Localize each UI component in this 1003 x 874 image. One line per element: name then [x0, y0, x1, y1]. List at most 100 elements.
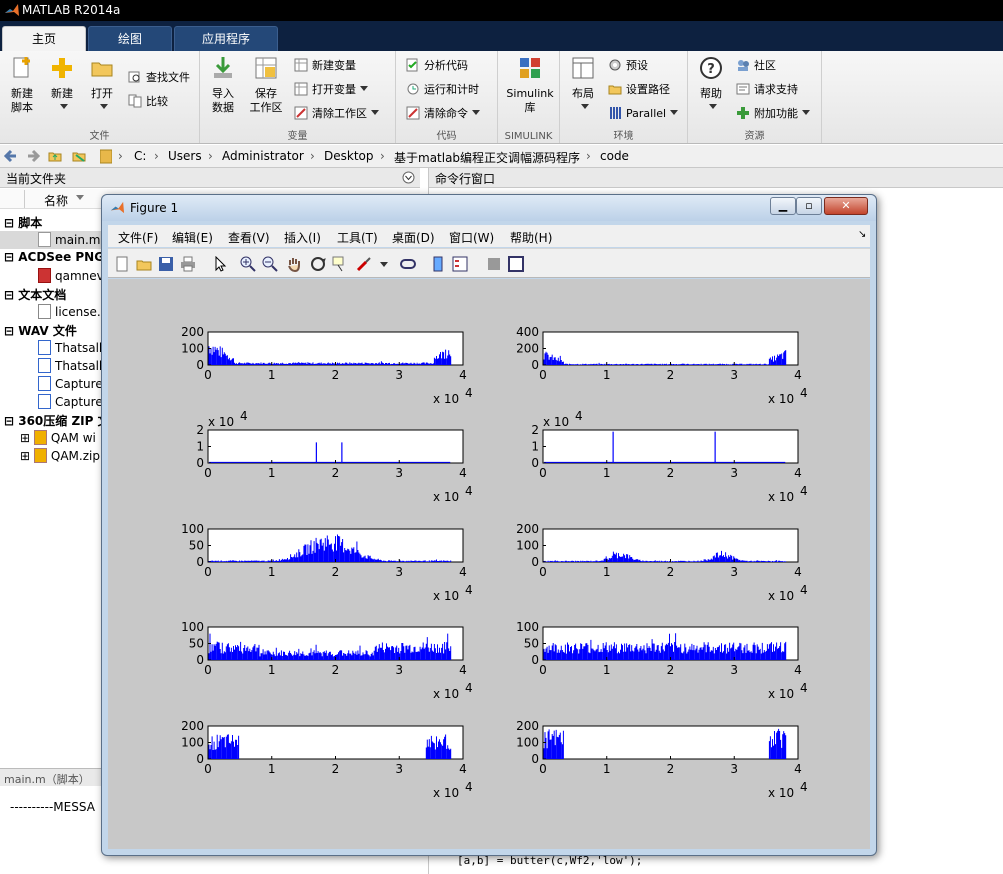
file-wav[interactable]: Thatsall: [38, 339, 102, 357]
close-button[interactable]: ✕: [824, 197, 868, 215]
simulink-library-button[interactable]: Simulink 库: [504, 55, 556, 115]
compare-button[interactable]: 比较: [128, 91, 168, 113]
dock-arrow-icon[interactable]: ↘: [858, 229, 866, 240]
file-name: license.t: [55, 305, 106, 319]
figure-canvas[interactable]: 0 1 2 3 4 0 100 200 x 10 4 0 1 2 3 4 0 200 400 x 10 4 0 1 2 3 4 0…: [108, 279, 870, 849]
file-main-m[interactable]: main.m: [0, 231, 104, 249]
tab-apps[interactable]: 应用程序: [174, 26, 278, 51]
request-support-button[interactable]: 请求支持: [736, 79, 798, 101]
link-plot-icon[interactable]: [400, 256, 416, 272]
colorbar-icon[interactable]: [430, 256, 446, 272]
breadcrumb-desktop[interactable]: Desktop: [324, 149, 374, 163]
new-variable-button[interactable]: 新建变量: [294, 55, 356, 77]
pan-hand-icon[interactable]: [286, 256, 302, 272]
zoom-in-icon[interactable]: [240, 256, 256, 272]
file-qamnew[interactable]: qamnev: [38, 267, 104, 285]
rotate-3d-icon[interactable]: [310, 256, 326, 272]
y-exponent-power: 4: [575, 409, 583, 423]
breadcrumb-code[interactable]: code: [600, 149, 629, 163]
name-column-header[interactable]: 名称: [44, 192, 68, 209]
menu-help[interactable]: 帮助(H): [510, 229, 552, 246]
breadcrumb-c[interactable]: C:: [134, 149, 146, 163]
analyze-code-button[interactable]: 分析代码: [406, 55, 468, 77]
panel-menu-icon[interactable]: [402, 171, 415, 184]
legend-icon[interactable]: [452, 256, 468, 272]
new-script-button[interactable]: 新建 脚本: [4, 55, 40, 115]
open-button[interactable]: 打开: [84, 55, 120, 115]
expand-icon[interactable]: ⊞: [20, 449, 34, 463]
file-license[interactable]: license.t: [38, 303, 105, 321]
y-tick-label: 200: [516, 719, 539, 733]
menu-edit[interactable]: 编辑(E): [172, 229, 213, 246]
brush-icon[interactable]: [356, 256, 372, 272]
print-icon[interactable]: [180, 256, 196, 272]
addons-button[interactable]: 附加功能: [736, 103, 810, 125]
breadcrumb-project[interactable]: 基于matlab编程正交调幅源码程序: [394, 149, 580, 166]
group-text-docs[interactable]: ⊟ 文本文档: [4, 286, 66, 303]
save-workspace-button[interactable]: 保存 工作区: [246, 55, 286, 115]
new-button[interactable]: 新建: [44, 55, 80, 115]
menu-tools[interactable]: 工具(T): [337, 229, 378, 246]
layout-button[interactable]: 布局: [566, 55, 600, 115]
maximize-button[interactable]: ▫: [796, 197, 822, 215]
browse-folder-icon[interactable]: [72, 149, 86, 163]
clear-commands-button[interactable]: 清除命令: [406, 103, 480, 125]
collapse-icon[interactable]: ⊟: [4, 414, 18, 428]
community-button[interactable]: 社区: [736, 55, 776, 77]
new-figure-icon[interactable]: [114, 256, 130, 272]
collapse-icon[interactable]: ⊟: [4, 288, 18, 302]
save-icon[interactable]: [158, 256, 174, 272]
x-tick-label: 3: [395, 466, 403, 480]
menu-desktop[interactable]: 桌面(D): [392, 229, 435, 246]
help-button[interactable]: ? 帮助: [694, 55, 728, 115]
breadcrumb-users[interactable]: Users: [168, 149, 202, 163]
minimize-button[interactable]: ▁: [770, 197, 796, 215]
data-cursor-icon[interactable]: [332, 256, 348, 272]
menu-insert[interactable]: 插入(I): [284, 229, 321, 246]
preferences-label: 预设: [626, 59, 648, 72]
group-zip[interactable]: ⊟ 360压缩 ZIP 文: [4, 412, 110, 429]
expand-icon[interactable]: ⊞: [20, 431, 34, 445]
up-folder-icon[interactable]: [48, 149, 62, 163]
file-wav[interactable]: Capture: [38, 375, 103, 393]
group-acdsee-png[interactable]: ⊟ ACDSee PNG: [4, 250, 104, 264]
x-tick-label: 0: [204, 368, 212, 382]
group-wav[interactable]: ⊟ WAV 文件: [4, 322, 77, 339]
collapse-icon[interactable]: ⊟: [4, 216, 18, 230]
clear-workspace-button[interactable]: 清除工作区: [294, 103, 379, 125]
workspace-save-icon: [255, 57, 277, 79]
tab-home[interactable]: 主页: [2, 26, 86, 51]
menu-file[interactable]: 文件(F): [118, 229, 158, 246]
file-wav[interactable]: Capture: [38, 393, 103, 411]
back-arrow-icon[interactable]: [4, 149, 18, 163]
menu-view[interactable]: 查看(V): [228, 229, 270, 246]
hide-tools-icon[interactable]: [486, 256, 502, 272]
file-zip[interactable]: ⊞ QAM wi: [20, 429, 96, 447]
open-file-icon[interactable]: [136, 256, 152, 272]
find-files-button[interactable]: 查找文件: [128, 67, 190, 89]
file-wav[interactable]: Thatsall: [38, 357, 102, 375]
new-label: 新建: [51, 87, 73, 100]
import-data-button[interactable]: 导入 数据: [206, 55, 240, 115]
zoom-out-icon[interactable]: [262, 256, 278, 272]
parallel-button[interactable]: Parallel: [608, 103, 679, 125]
show-tools-icon[interactable]: [508, 256, 524, 272]
figure-titlebar[interactable]: Figure 1 ▁ ▫ ✕: [102, 195, 876, 221]
breadcrumb-administrator[interactable]: Administrator: [222, 149, 304, 163]
forward-arrow-icon[interactable]: [26, 149, 40, 163]
run-and-time-button[interactable]: 运行和计时: [406, 79, 479, 101]
pointer-icon[interactable]: [212, 256, 228, 272]
set-path-button[interactable]: 设置路径: [608, 79, 670, 101]
collapse-icon[interactable]: ⊟: [4, 324, 18, 338]
file-zip[interactable]: ⊞ QAM.zip: [20, 447, 100, 465]
collapse-icon[interactable]: ⊟: [4, 250, 18, 264]
open-variable-button[interactable]: 打开变量: [294, 79, 368, 101]
tab-plots[interactable]: 绘图: [88, 26, 172, 51]
preferences-button[interactable]: 预设: [608, 55, 648, 77]
group-label: 文本文档: [18, 288, 67, 302]
group-scripts[interactable]: ⊟ 脚本: [4, 214, 42, 231]
import-icon: [214, 57, 232, 78]
clear-workspace-icon: [294, 106, 308, 120]
menu-window[interactable]: 窗口(W): [449, 229, 494, 246]
chevron-down-icon[interactable]: [380, 262, 388, 267]
